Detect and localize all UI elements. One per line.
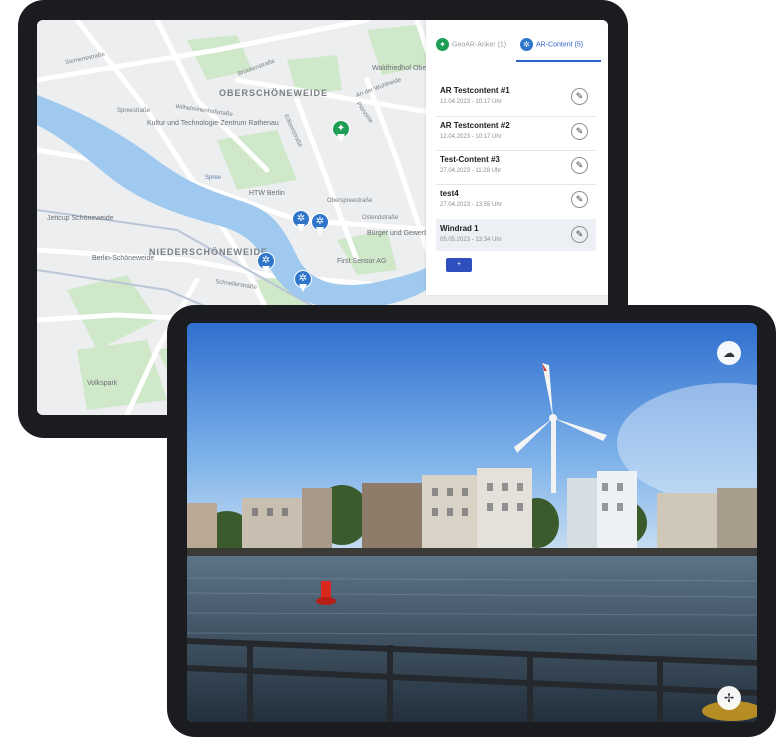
item-title: AR Testcontent #1 (440, 86, 510, 95)
ar-scene (187, 323, 757, 722)
list-item[interactable]: test4 27.04.2023 - 13:55 Uhr ✎ (436, 184, 596, 216)
list-item[interactable]: AR Testcontent #2 12.04.2023 - 10:17 Uhr… (436, 116, 596, 148)
ar-content-pin[interactable]: ✲ (257, 252, 275, 276)
tab-label: AR-Content (5) (536, 41, 584, 49)
ar-content-pin[interactable]: ✲ (311, 213, 329, 237)
place-label: First Sensor AG (337, 258, 387, 265)
tab-geoar-anchor[interactable]: ✦ GeoAR-Anker (1) (436, 38, 506, 60)
place-label: Jettcup Schöneweide (47, 215, 114, 222)
place-label: Berlin-Schöneweide (92, 255, 155, 262)
ar-content-pin[interactable]: ✲ (292, 210, 310, 234)
cube-icon: ✲ (296, 213, 306, 224)
tree-icon: ✦ (336, 123, 346, 134)
ar-content-pin[interactable]: ✲ (294, 270, 312, 294)
add-content-button[interactable]: + (446, 258, 472, 272)
place-label: Kultur und Technologie-Zentrum Rathenau (147, 120, 279, 127)
item-date: 27.04.2023 - 11:28 Uhr (440, 168, 502, 174)
panel-tabs: ✦ GeoAR-Anker (1) ✲ AR-Content (5) (426, 20, 608, 66)
item-title: Windrad 1 (440, 224, 479, 233)
tab-ar-content[interactable]: ✲ AR-Content (5) (520, 38, 583, 60)
ar-camera-view[interactable]: ☁ ✢ (187, 323, 757, 722)
item-date: 05.05.2023 - 13:34 Uhr (440, 237, 502, 243)
cloud-upload-icon[interactable]: ☁ (717, 341, 741, 365)
item-title: AR Testcontent #2 (440, 121, 510, 130)
street-label: Ostendstraße (362, 215, 399, 221)
edit-pencil-icon[interactable]: ✎ (571, 123, 588, 140)
item-title: Test-Content #3 (440, 155, 500, 164)
content-panel: ✦ GeoAR-Anker (1) ✲ AR-Content (5) AR Test… (426, 20, 608, 295)
item-title: test4 (440, 189, 459, 198)
edit-pencil-icon[interactable]: ✎ (571, 157, 588, 174)
edit-pencil-icon[interactable]: ✎ (571, 226, 588, 243)
item-date: 12.04.2023 - 10:17 Uhr (440, 134, 502, 140)
active-tab-indicator (516, 60, 601, 62)
cube-icon: ✲ (298, 273, 308, 284)
place-label: Volkspark (87, 380, 118, 387)
edit-pencil-icon[interactable]: ✎ (571, 88, 588, 105)
street-label: Spreestraße (117, 108, 151, 114)
item-date: 27.04.2023 - 13:55 Uhr (440, 202, 502, 208)
wind-turbine-icon[interactable]: ✢ (717, 686, 741, 710)
list-item[interactable]: Test-Content #3 27.04.2023 - 11:28 Uhr ✎ (436, 150, 596, 182)
item-date: 12.04.2023 - 10:17 Uhr (440, 99, 502, 105)
place-label: HTW Berlin (249, 190, 285, 197)
river-label: Spree (205, 175, 222, 181)
list-item-selected[interactable]: Windrad 1 05.05.2023 - 13:34 Uhr ✎ (436, 219, 596, 251)
street-label: Oberspreestraße (327, 198, 373, 204)
cube-icon: ✲ (315, 216, 325, 227)
tree-icon: ✦ (436, 38, 449, 51)
list-item[interactable]: AR Testcontent #1 12.04.2023 - 10:17 Uhr… (436, 81, 596, 113)
district-label: NIEDERSCHÖNEWEIDE (149, 247, 269, 257)
edit-pencil-icon[interactable]: ✎ (571, 191, 588, 208)
ar-tablet: ☁ ✢ (167, 305, 776, 737)
tab-label: GeoAR-Anker (1) (452, 41, 507, 49)
cube-icon: ✲ (261, 255, 271, 266)
cube-icon: ✲ (520, 38, 533, 51)
district-label: OBERSCHÖNEWEIDE (219, 88, 329, 98)
geoar-anchor-pin[interactable]: ✦ (332, 120, 350, 144)
